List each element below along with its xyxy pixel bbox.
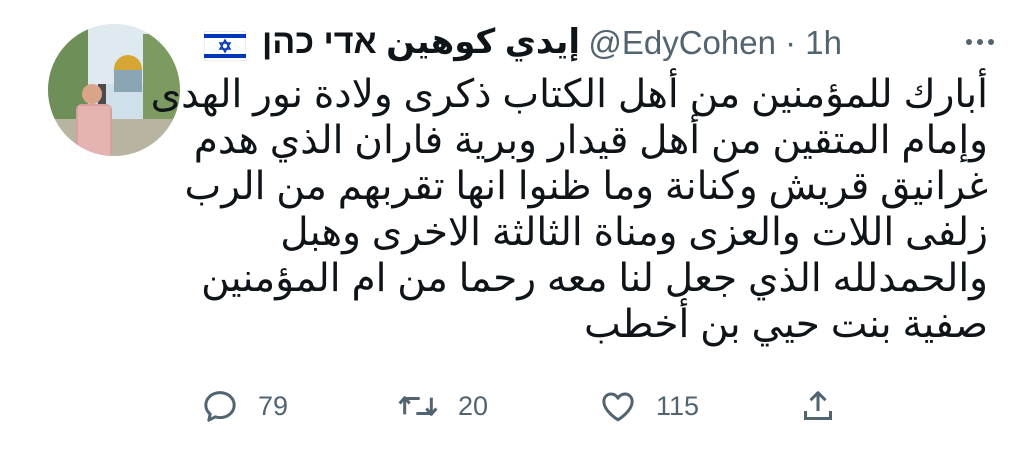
author-display-name[interactable]: إيدي كوهين אדי כהן bbox=[262, 22, 580, 62]
retweet-count: 20 bbox=[458, 390, 489, 421]
share-button[interactable] bbox=[798, 382, 838, 430]
reply-icon bbox=[204, 391, 236, 422]
like-button[interactable]: 115 bbox=[598, 382, 699, 430]
tweet-line: أبارك للمؤمنين من أهل الكتاب ذكرى ولادة … bbox=[150, 73, 988, 116]
retweet-button[interactable]: 20 bbox=[396, 382, 488, 430]
tweet-header: إيدي كوهين אדי כהן @EdyCohen · 1h bbox=[200, 18, 994, 74]
tweet-actions: 79 20 115 bbox=[200, 382, 850, 430]
share-icon bbox=[804, 391, 832, 420]
tweet: إيدي كوهين אדי כהן @EdyCohen · 1h أبارك … bbox=[0, 0, 1024, 458]
tweet-line: زلفى اللات والعزى ومناة الثالثة الاخرى و… bbox=[280, 211, 988, 254]
tweet-text: أبارك للمؤمنين من أهل الكتاب ذكرى ولادة … bbox=[150, 72, 989, 348]
more-options-icon[interactable] bbox=[960, 22, 1000, 62]
tweet-line: غرانيق قريش وكنانة وما ظنوا انها تقربهم … bbox=[184, 165, 989, 208]
tweet-timestamp[interactable]: 1h bbox=[805, 24, 842, 61]
tweet-line: والحمدلله الذي جعل لنا معه رحما من ام ال… bbox=[201, 257, 988, 300]
author-handle[interactable]: @EdyCohen bbox=[588, 24, 776, 61]
meta-separator: · bbox=[785, 24, 797, 61]
reply-button[interactable]: 79 bbox=[200, 382, 288, 430]
tweet-line: صفية بنت حيي بن أخطب bbox=[584, 303, 988, 346]
like-icon bbox=[602, 392, 634, 422]
like-count: 115 bbox=[656, 390, 700, 421]
author-meta: @EdyCohen · 1h bbox=[588, 24, 842, 62]
israel-flag-icon bbox=[204, 31, 246, 61]
retweet-icon bbox=[398, 396, 438, 416]
tweet-line: وإمام المتقين من أهل قيدار وبرية فاران ا… bbox=[193, 119, 988, 162]
reply-count: 79 bbox=[258, 390, 289, 421]
